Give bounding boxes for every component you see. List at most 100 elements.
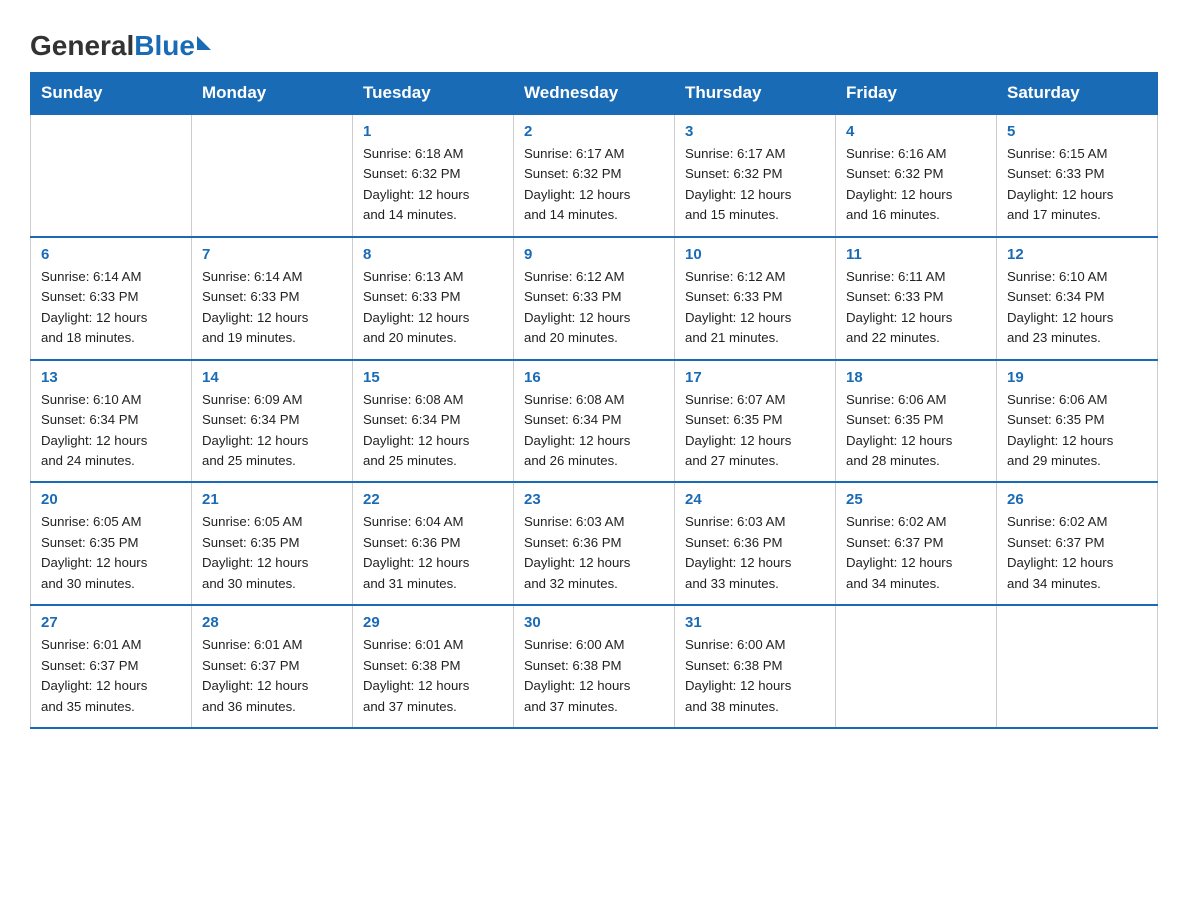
day-number: 2 [524, 123, 664, 140]
day-number: 3 [685, 123, 825, 140]
day-number: 10 [685, 246, 825, 263]
calendar-cell: 11Sunrise: 6:11 AMSunset: 6:33 PMDayligh… [836, 237, 997, 360]
day-info: Sunrise: 6:15 AMSunset: 6:33 PMDaylight:… [1007, 144, 1147, 226]
logo-blue-text: Blue [134, 30, 195, 62]
day-info: Sunrise: 6:00 AMSunset: 6:38 PMDaylight:… [685, 635, 825, 717]
day-info: Sunrise: 6:00 AMSunset: 6:38 PMDaylight:… [524, 635, 664, 717]
day-info: Sunrise: 6:01 AMSunset: 6:37 PMDaylight:… [41, 635, 181, 717]
weekday-header-sunday: Sunday [31, 73, 192, 115]
calendar-cell [836, 605, 997, 728]
day-info: Sunrise: 6:06 AMSunset: 6:35 PMDaylight:… [1007, 390, 1147, 472]
day-info: Sunrise: 6:16 AMSunset: 6:32 PMDaylight:… [846, 144, 986, 226]
day-info: Sunrise: 6:10 AMSunset: 6:34 PMDaylight:… [1007, 267, 1147, 349]
calendar-cell: 10 Sunrise: 6:12 AMSunset: 6:33 PMDayligh… [675, 237, 836, 360]
week-row-4: 20Sunrise: 6:05 AMSunset: 6:35 PMDayligh… [31, 482, 1158, 605]
day-number: 17 [685, 369, 825, 386]
day-info: Sunrise: 6:07 AMSunset: 6:35 PMDaylight:… [685, 390, 825, 472]
calendar-cell: 14 Sunrise: 6:09 AMSunset: 6:34 PMDayligh… [192, 360, 353, 483]
day-number: 4 [846, 123, 986, 140]
calendar-cell: 5 Sunrise: 6:15 AMSunset: 6:33 PMDaylight… [997, 114, 1158, 237]
day-info: Sunrise: 6:13 AMSunset: 6:33 PMDaylight:… [363, 267, 503, 349]
logo-triangle-icon [197, 36, 211, 50]
day-info: Sunrise: 6:01 AMSunset: 6:37 PMDaylight:… [202, 635, 342, 717]
day-number: 6 [41, 246, 181, 263]
calendar-cell: 23 Sunrise: 6:03 AMSunset: 6:36 PMDayligh… [514, 482, 675, 605]
calendar-cell: 18 Sunrise: 6:06 AMSunset: 6:35 PMDayligh… [836, 360, 997, 483]
day-info: Sunrise: 6:08 AMSunset: 6:34 PMDaylight:… [524, 390, 664, 472]
calendar-cell [997, 605, 1158, 728]
week-row-1: 1 Sunrise: 6:18 AMSunset: 6:32 PMDaylight… [31, 114, 1158, 237]
calendar-cell: 8 Sunrise: 6:13 AMSunset: 6:33 PMDaylight… [353, 237, 514, 360]
day-info: Sunrise: 6:04 AMSunset: 6:36 PMDaylight:… [363, 512, 503, 594]
day-number: 18 [846, 369, 986, 386]
day-number: 5 [1007, 123, 1147, 140]
week-row-3: 13 Sunrise: 6:10 AMSunset: 6:34 PMDayligh… [31, 360, 1158, 483]
day-info: Sunrise: 6:09 AMSunset: 6:34 PMDaylight:… [202, 390, 342, 472]
logo-general-text: General [30, 30, 134, 62]
calendar-cell [31, 114, 192, 237]
logo: General Blue [30, 30, 211, 62]
page-header: General Blue [30, 20, 1158, 62]
day-number: 13 [41, 369, 181, 386]
weekday-header-saturday: Saturday [997, 73, 1158, 115]
calendar-cell: 15 Sunrise: 6:08 AMSunset: 6:34 PMDayligh… [353, 360, 514, 483]
day-number: 22 [363, 491, 503, 508]
day-info: Sunrise: 6:18 AMSunset: 6:32 PMDaylight:… [363, 144, 503, 226]
calendar-cell: 27Sunrise: 6:01 AMSunset: 6:37 PMDayligh… [31, 605, 192, 728]
day-number: 1 [363, 123, 503, 140]
calendar-cell: 17 Sunrise: 6:07 AMSunset: 6:35 PMDayligh… [675, 360, 836, 483]
day-number: 23 [524, 491, 664, 508]
day-info: Sunrise: 6:01 AMSunset: 6:38 PMDaylight:… [363, 635, 503, 717]
calendar-cell: 22 Sunrise: 6:04 AMSunset: 6:36 PMDayligh… [353, 482, 514, 605]
weekday-header-wednesday: Wednesday [514, 73, 675, 115]
day-info: Sunrise: 6:03 AMSunset: 6:36 PMDaylight:… [524, 512, 664, 594]
day-number: 25 [846, 491, 986, 508]
day-info: Sunrise: 6:05 AMSunset: 6:35 PMDaylight:… [41, 512, 181, 594]
day-info: Sunrise: 6:14 AMSunset: 6:33 PMDaylight:… [202, 267, 342, 349]
weekday-header-monday: Monday [192, 73, 353, 115]
calendar-cell: 28 Sunrise: 6:01 AMSunset: 6:37 PMDayligh… [192, 605, 353, 728]
day-number: 12 [1007, 246, 1147, 263]
day-number: 9 [524, 246, 664, 263]
day-number: 28 [202, 614, 342, 631]
calendar-cell: 31 Sunrise: 6:00 AMSunset: 6:38 PMDayligh… [675, 605, 836, 728]
calendar-cell: 24Sunrise: 6:03 AMSunset: 6:36 PMDayligh… [675, 482, 836, 605]
calendar-cell: 12 Sunrise: 6:10 AMSunset: 6:34 PMDayligh… [997, 237, 1158, 360]
calendar-cell: 13 Sunrise: 6:10 AMSunset: 6:34 PMDayligh… [31, 360, 192, 483]
day-number: 19 [1007, 369, 1147, 386]
day-info: Sunrise: 6:08 AMSunset: 6:34 PMDaylight:… [363, 390, 503, 472]
day-number: 15 [363, 369, 503, 386]
day-number: 8 [363, 246, 503, 263]
day-number: 11 [846, 246, 986, 263]
calendar-cell: 26 Sunrise: 6:02 AMSunset: 6:37 PMDayligh… [997, 482, 1158, 605]
calendar-cell: 20Sunrise: 6:05 AMSunset: 6:35 PMDayligh… [31, 482, 192, 605]
calendar-cell: 19 Sunrise: 6:06 AMSunset: 6:35 PMDayligh… [997, 360, 1158, 483]
day-info: Sunrise: 6:12 AMSunset: 6:33 PMDaylight:… [685, 267, 825, 349]
day-info: Sunrise: 6:10 AMSunset: 6:34 PMDaylight:… [41, 390, 181, 472]
day-number: 30 [524, 614, 664, 631]
day-info: Sunrise: 6:17 AMSunset: 6:32 PMDaylight:… [685, 144, 825, 226]
weekday-header-thursday: Thursday [675, 73, 836, 115]
day-number: 16 [524, 369, 664, 386]
calendar-cell: 9Sunrise: 6:12 AMSunset: 6:33 PMDaylight… [514, 237, 675, 360]
day-number: 7 [202, 246, 342, 263]
day-number: 21 [202, 491, 342, 508]
day-info: Sunrise: 6:02 AMSunset: 6:37 PMDaylight:… [1007, 512, 1147, 594]
calendar-cell: 2Sunrise: 6:17 AMSunset: 6:32 PMDaylight… [514, 114, 675, 237]
calendar-cell: 25 Sunrise: 6:02 AMSunset: 6:37 PMDayligh… [836, 482, 997, 605]
calendar-cell: 16 Sunrise: 6:08 AMSunset: 6:34 PMDayligh… [514, 360, 675, 483]
weekday-header-tuesday: Tuesday [353, 73, 514, 115]
day-info: Sunrise: 6:03 AMSunset: 6:36 PMDaylight:… [685, 512, 825, 594]
week-row-5: 27Sunrise: 6:01 AMSunset: 6:37 PMDayligh… [31, 605, 1158, 728]
calendar-cell: 7 Sunrise: 6:14 AMSunset: 6:33 PMDaylight… [192, 237, 353, 360]
calendar-cell [192, 114, 353, 237]
day-number: 29 [363, 614, 503, 631]
day-number: 14 [202, 369, 342, 386]
day-number: 26 [1007, 491, 1147, 508]
logo-blue-part: Blue [134, 30, 211, 62]
calendar-cell: 4 Sunrise: 6:16 AMSunset: 6:32 PMDaylight… [836, 114, 997, 237]
day-info: Sunrise: 6:06 AMSunset: 6:35 PMDaylight:… [846, 390, 986, 472]
day-number: 31 [685, 614, 825, 631]
weekday-header-friday: Friday [836, 73, 997, 115]
day-info: Sunrise: 6:02 AMSunset: 6:37 PMDaylight:… [846, 512, 986, 594]
